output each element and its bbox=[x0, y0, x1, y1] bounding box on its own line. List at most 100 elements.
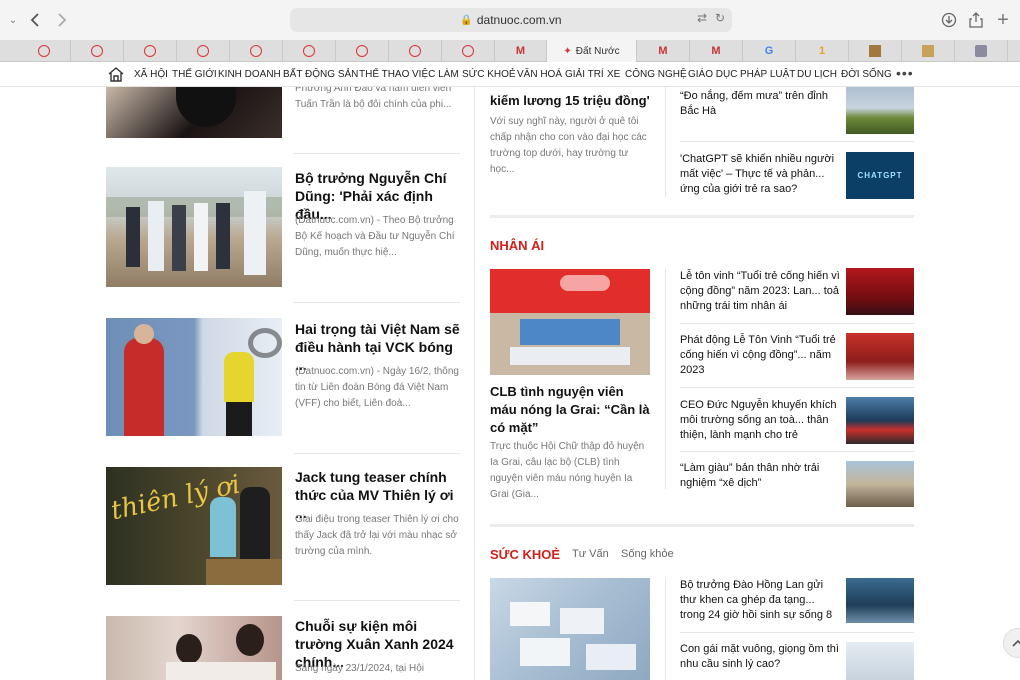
article-summary: Phương Anh Đào và nam diễn viên Tuấn Trầ… bbox=[295, 87, 452, 110]
section-title-nhan-ai[interactable]: NHÂN ÁI bbox=[490, 238, 544, 253]
site-nav: XÃ HỘI THẾ GIỚI KINH DOANH BẤT ĐỘNG SẢN … bbox=[0, 62, 1020, 87]
tab-strip: M ✦ Đất Nước M M G 1 bbox=[0, 40, 1020, 62]
tab[interactable]: M bbox=[495, 40, 547, 62]
tab[interactable] bbox=[902, 40, 955, 62]
tab[interactable] bbox=[955, 40, 1008, 62]
side-article-thumb[interactable] bbox=[846, 268, 914, 315]
side-article-title[interactable]: CEO Đức Nguyễn khuyến khích môi trường s… bbox=[680, 398, 840, 443]
tab[interactable] bbox=[230, 40, 283, 62]
one-icon: 1 bbox=[818, 45, 826, 57]
side-article-title[interactable]: “Đo nắng, đếm mưa” trên đỉnh Bắc Hà bbox=[680, 89, 835, 119]
side-article-thumb[interactable] bbox=[846, 578, 914, 623]
main-content: Phương Anh Đào và nam diễn viên Tuấn Trầ… bbox=[0, 87, 1020, 680]
nav-item-phap-luat[interactable]: PHÁP LUẬT bbox=[740, 69, 795, 80]
side-article-title[interactable]: “Làm giàu” bản thân nhờ trải nghiệm “xê … bbox=[680, 461, 840, 491]
section-main-summary: Trực thuộc Hội Chữ thập đỏ huyện Ia Grai… bbox=[490, 441, 645, 500]
article-thumb[interactable] bbox=[106, 167, 282, 287]
article-thumb[interactable]: thiên lý ơi bbox=[106, 467, 282, 585]
divider bbox=[294, 453, 460, 454]
tab[interactable] bbox=[71, 40, 124, 62]
nav-item-kinh-doanh[interactable]: KINH DOANH bbox=[218, 69, 281, 80]
nav-item-giao-duc[interactable]: GIÁO DỤC bbox=[688, 69, 737, 80]
subsection-tu-van[interactable]: Tư Vấn bbox=[572, 548, 609, 560]
address-bar[interactable]: 🔒 datnuoc.com.vn ⇄ ↻ bbox=[290, 8, 732, 32]
divider bbox=[680, 387, 914, 388]
nav-item-viec-lam[interactable]: VIỆC LÀM bbox=[412, 69, 459, 80]
thumb-text: CHATGPT bbox=[857, 171, 903, 180]
divider bbox=[680, 323, 914, 324]
side-article-thumb[interactable] bbox=[846, 87, 914, 134]
home-icon[interactable] bbox=[107, 66, 125, 82]
forward-icon[interactable] bbox=[51, 9, 73, 31]
side-article-title[interactable]: 'ChatGPT sẽ khiến nhiều người mất việc' … bbox=[680, 152, 840, 197]
tab[interactable]: G bbox=[743, 40, 796, 62]
tab[interactable]: 1 bbox=[796, 40, 849, 62]
divider bbox=[294, 302, 460, 303]
circle-r-favicon-icon bbox=[462, 45, 474, 57]
active-tab-title: Đất Nước bbox=[575, 45, 620, 57]
section-title-suc-khoe[interactable]: SỨC KHOẺ bbox=[490, 547, 560, 562]
nav-item-the-thao[interactable]: THỂ THAO bbox=[359, 69, 409, 80]
side-article-title[interactable]: Phát động Lễ Tôn Vinh “Tuổi trẻ cống hiế… bbox=[680, 333, 840, 378]
chevron-down-icon[interactable]: ⌄ bbox=[2, 9, 24, 31]
tab[interactable]: M bbox=[690, 40, 743, 62]
side-article-thumb[interactable] bbox=[846, 461, 914, 507]
side-article-thumb[interactable]: CHATGPT bbox=[846, 152, 914, 199]
back-icon[interactable] bbox=[24, 9, 46, 31]
download-icon[interactable] bbox=[938, 9, 960, 31]
article-thumb[interactable] bbox=[106, 318, 282, 436]
google-icon: G bbox=[764, 45, 774, 57]
divider bbox=[294, 153, 460, 154]
tab[interactable]: M bbox=[637, 40, 690, 62]
tab[interactable] bbox=[442, 40, 495, 62]
tab[interactable] bbox=[177, 40, 230, 62]
divider bbox=[680, 141, 914, 142]
nav-item-giai-tri[interactable]: GIẢI TRÍ bbox=[565, 69, 604, 80]
tab[interactable] bbox=[336, 40, 389, 62]
p-icon bbox=[975, 45, 987, 57]
circle-r-favicon-icon bbox=[38, 45, 50, 57]
more-icon[interactable]: ••• bbox=[896, 65, 914, 81]
new-tab-icon[interactable]: + bbox=[992, 9, 1014, 31]
section-main-thumb[interactable] bbox=[490, 578, 650, 680]
section-main-thumb[interactable] bbox=[490, 269, 650, 375]
side-article-thumb[interactable] bbox=[846, 333, 914, 380]
reload-icon[interactable]: ↻ bbox=[715, 11, 725, 25]
column-divider bbox=[474, 87, 475, 680]
side-article-thumb[interactable] bbox=[846, 397, 914, 444]
column-divider bbox=[665, 578, 666, 680]
share-icon[interactable] bbox=[965, 9, 987, 31]
tab[interactable] bbox=[283, 40, 336, 62]
circle-r-favicon-icon bbox=[250, 45, 262, 57]
tab-active[interactable]: ✦ Đất Nước bbox=[547, 40, 637, 62]
nav-item-van-hoa[interactable]: VĂN HOÁ bbox=[517, 69, 562, 80]
picture-icon bbox=[869, 45, 881, 57]
browser-toolbar: ⌄ 🔒 datnuoc.com.vn ⇄ ↻ + bbox=[0, 0, 1020, 40]
nav-item-the-gioi[interactable]: THẾ GIỚI bbox=[172, 69, 217, 80]
side-article-title[interactable]: Lễ tôn vinh “Tuổi trẻ cống hiến vì cộng … bbox=[680, 269, 840, 314]
column-divider bbox=[665, 269, 666, 489]
side-article-title[interactable]: Bộ trưởng Đào Hồng Lan gửi thư khen ca g… bbox=[680, 578, 840, 623]
side-article-thumb[interactable] bbox=[846, 642, 914, 680]
subsection-song-khoe[interactable]: Sống khỏe bbox=[621, 548, 674, 560]
circle-r-favicon-icon bbox=[303, 45, 315, 57]
tab[interactable] bbox=[849, 40, 902, 62]
article-thumb[interactable] bbox=[106, 616, 282, 680]
section-main-title[interactable]: CLB tình nguyện viên máu nóng la Grai: “… bbox=[490, 383, 652, 437]
nav-item-xe[interactable]: XE bbox=[607, 69, 620, 80]
nav-item-xa-hoi[interactable]: XÃ HỘI bbox=[134, 69, 168, 80]
tab[interactable] bbox=[18, 40, 71, 62]
circle-r-favicon-icon bbox=[356, 45, 368, 57]
tab[interactable] bbox=[124, 40, 177, 62]
article-title[interactable]: kiếm lương 15 triệu đồng' bbox=[490, 92, 655, 110]
nav-item-cong-nghe[interactable]: CÔNG NGHỆ bbox=[625, 69, 687, 80]
nav-item-du-lich[interactable]: DU LỊCH bbox=[797, 69, 837, 80]
tab[interactable] bbox=[389, 40, 442, 62]
translate-icon[interactable]: ⇄ bbox=[697, 11, 707, 25]
nav-item-doi-song[interactable]: ĐỜI SỐNG bbox=[841, 69, 892, 80]
side-article-title[interactable]: Con gái mặt vuông, giọng ồm thì nhu cầu … bbox=[680, 642, 840, 672]
column-divider bbox=[665, 87, 666, 197]
nav-item-bat-dong-san[interactable]: BẤT ĐỘNG SẢN bbox=[283, 69, 358, 80]
nav-item-suc-khoe[interactable]: SỨC KHOẺ bbox=[462, 69, 516, 80]
article-thumb[interactable] bbox=[106, 87, 282, 138]
